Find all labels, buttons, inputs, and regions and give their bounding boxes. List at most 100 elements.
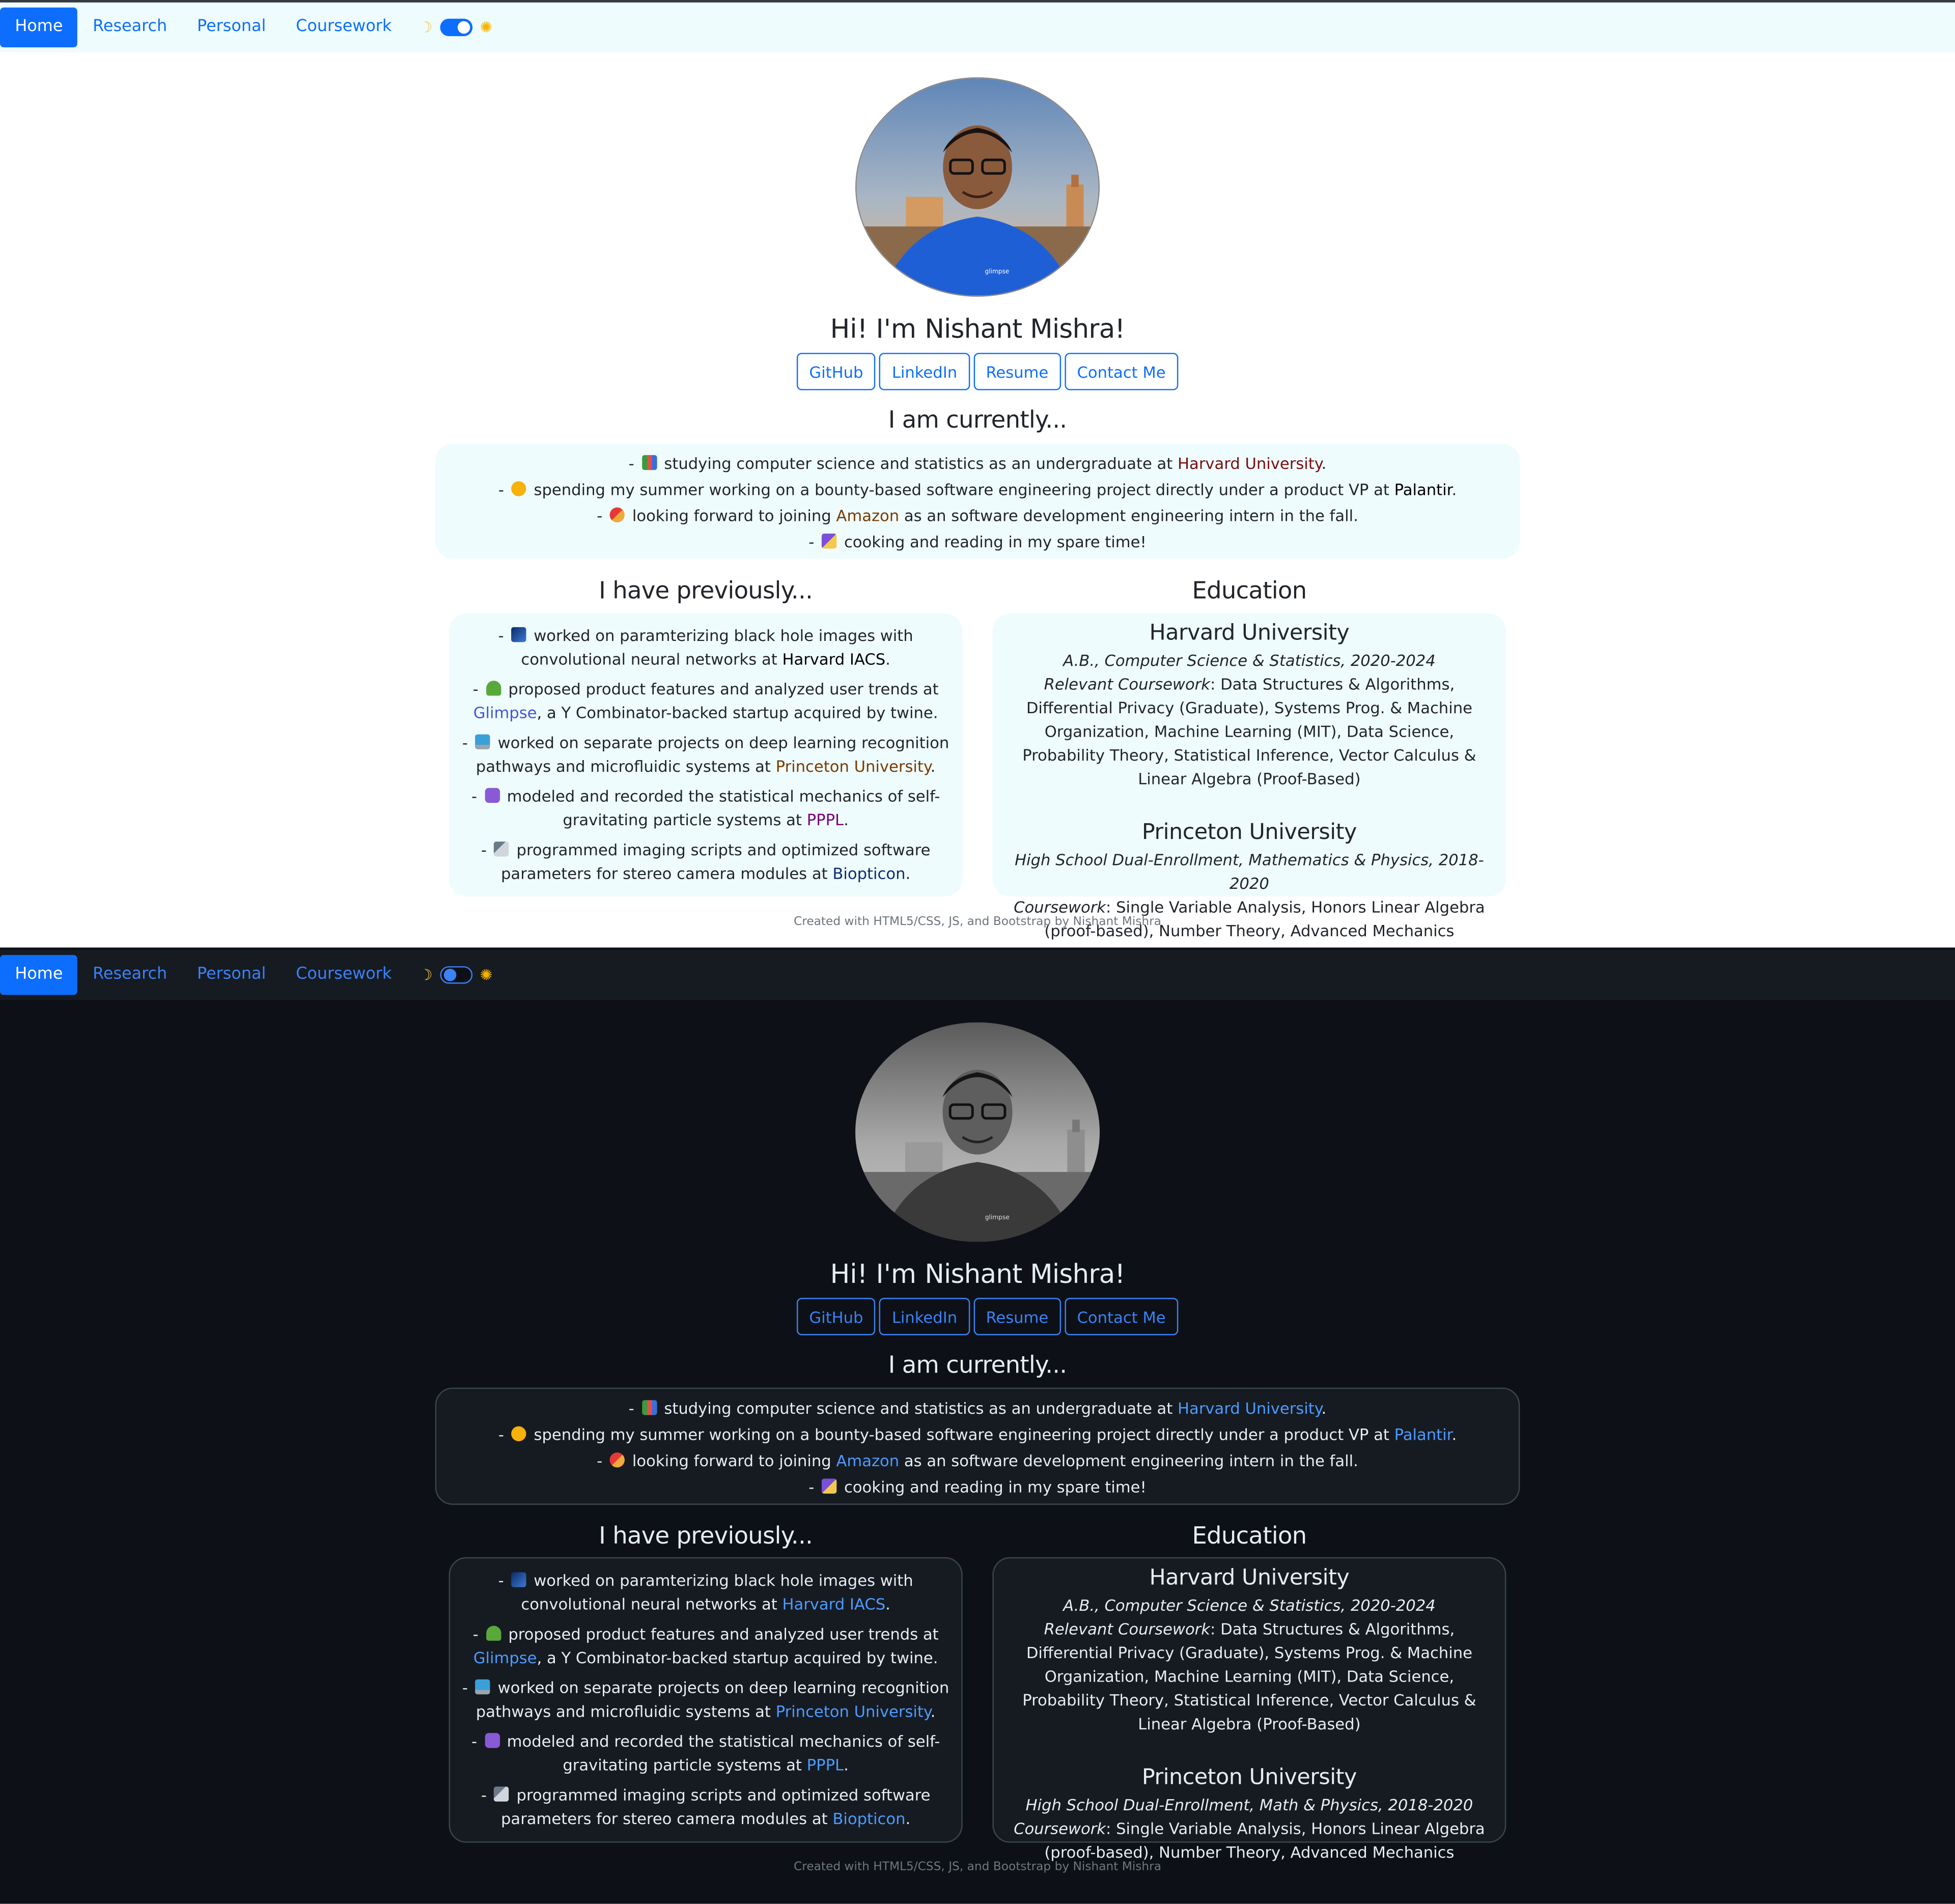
previously-item: - programmed imaging scripts and optimiz… (481, 840, 931, 883)
amazon-link[interactable]: Amazon (836, 506, 899, 525)
item-text: proposed product features and analyzed u… (503, 679, 939, 698)
previously-item: - modeled and recorded the statistical m… (471, 1731, 940, 1774)
laptop-icon (475, 734, 490, 749)
amazon-link[interactable]: Amazon (836, 1451, 899, 1470)
item-text: modeled and recorded the statistical mec… (501, 787, 940, 829)
books-icon (641, 455, 657, 470)
theme-toggle-group: ☽ ✺ (419, 18, 493, 37)
currently-item: - studying computer science and statisti… (449, 1395, 1506, 1421)
pppl-link[interactable]: PPPL (807, 1755, 844, 1774)
item-suffix: . (1321, 1398, 1327, 1418)
nav-research[interactable]: Research (78, 8, 182, 47)
item-suffix: . (1451, 480, 1457, 499)
rocket-icon (609, 1452, 625, 1468)
greeting-prefix: Hi! I'm (830, 314, 925, 344)
svg-text:glimpse: glimpse (985, 268, 1010, 275)
nav-research[interactable]: Research (78, 955, 182, 995)
nav-coursework[interactable]: Coursework (281, 955, 407, 995)
currently-box: - studying computer science and statisti… (435, 443, 1520, 559)
previously-heading: I have previously... (599, 1522, 813, 1550)
navbar: Home Research Personal Coursework ☽ ✺ (0, 2, 1955, 52)
harvard-link[interactable]: Harvard University (1178, 1399, 1322, 1418)
previously-item: - programmed imaging scripts and optimiz… (481, 1785, 931, 1828)
currently-item: - spending my summer working on a bounty… (449, 1421, 1506, 1447)
linkedin-button[interactable]: LinkedIn (879, 353, 970, 390)
profile-links: GitHub LinkedIn Resume Contact Me (796, 1298, 1179, 1335)
item-text: proposed product features and analyzed u… (503, 1625, 939, 1643)
toggle-knob (457, 21, 470, 34)
harvard-degree: A.B., Computer Science & Statistics, 202… (1063, 1595, 1436, 1615)
education-box: Harvard University A.B., Computer Scienc… (992, 1557, 1506, 1861)
princeton-link[interactable]: Princeton University (776, 1702, 931, 1721)
contact-button[interactable]: Contact Me (1065, 1298, 1179, 1335)
telescope-icon (494, 1786, 509, 1802)
pppl-link[interactable]: PPPL (807, 810, 844, 829)
sun-icon: ✺ (480, 18, 493, 37)
dash: - (498, 480, 509, 499)
iacs-link[interactable]: Harvard IACS (782, 1594, 885, 1613)
item-suffix: . (844, 1755, 849, 1774)
biopticon-link[interactable]: Biopticon (832, 1809, 905, 1828)
currently-item: - looking forward to joining Amazon as a… (449, 1447, 1506, 1473)
nav-home[interactable]: Home (0, 955, 78, 995)
party-icon (821, 534, 837, 549)
item-suffix: , a Y Combinator-backed startup acquired… (537, 703, 938, 722)
item-suffix: , a Y Combinator-backed startup acquired… (537, 1648, 938, 1667)
github-button[interactable]: GitHub (796, 1298, 876, 1335)
linkedin-button[interactable]: LinkedIn (879, 1298, 970, 1335)
dash: - (808, 532, 820, 551)
education-heading: Education (1192, 1522, 1307, 1550)
previously-item: - worked on separate projects on deep le… (462, 1678, 949, 1721)
nav-coursework[interactable]: Coursework (281, 8, 407, 47)
harvard-coursework: Relevant Coursework: Data Structures & A… (1005, 672, 1494, 791)
nav-personal[interactable]: Personal (182, 8, 281, 47)
biopticon-link[interactable]: Biopticon (832, 864, 905, 883)
currently-item: - spending my summer working on a bounty… (448, 477, 1507, 502)
atom-icon (484, 1733, 500, 1748)
sun-icon (511, 1426, 526, 1442)
dash: - (628, 1398, 639, 1418)
harvard-title: Harvard University (1149, 621, 1350, 646)
resume-button[interactable]: Resume (973, 1298, 1061, 1335)
theme-toggle-switch[interactable] (440, 18, 472, 37)
party-icon (821, 1478, 837, 1494)
iacs-link[interactable]: Harvard IACS (782, 650, 885, 668)
coursework-label: Relevant Coursework (1044, 674, 1211, 693)
princeton-title: Princeton University (1141, 1765, 1357, 1790)
palantir-link[interactable]: Palantir (1394, 480, 1452, 499)
footer: Created with HTML5/CSS, JS, and Bootstra… (794, 915, 1161, 929)
currently-item: - cooking and reading in my spare time! (448, 528, 1507, 554)
glimpse-link[interactable]: Glimpse (473, 1648, 537, 1667)
harvard-coursework: Relevant Coursework: Data Structures & A… (1006, 1617, 1492, 1735)
dash: - (597, 506, 607, 525)
previously-box: - worked on paramterizing black hole ima… (449, 613, 963, 897)
github-button[interactable]: GitHub (796, 353, 876, 390)
princeton-link[interactable]: Princeton University (776, 757, 931, 776)
harvard-link[interactable]: Harvard University (1178, 454, 1322, 472)
previously-item: - worked on separate projects on deep le… (462, 733, 949, 776)
moon-icon: ☽ (419, 18, 433, 37)
navbar: Home Research Personal Coursework ☽ ✺ (0, 950, 1955, 1000)
nav-home[interactable]: Home (0, 7, 78, 48)
glimpse-link[interactable]: Glimpse (473, 703, 537, 722)
contact-button[interactable]: Contact Me (1065, 353, 1179, 390)
laptop-icon (475, 1679, 490, 1695)
moon-icon: ☽ (419, 966, 433, 984)
item-suffix: . (1321, 454, 1327, 473)
light-theme-view: Home Research Personal Coursework ☽ ✺ gl… (0, 0, 1955, 948)
item-suffix: . (930, 757, 936, 776)
sun-icon (511, 481, 526, 496)
resume-button[interactable]: Resume (973, 353, 1061, 390)
previously-item: - modeled and recorded the statistical m… (471, 787, 940, 829)
education-box: Harvard University A.B., Computer Scienc… (992, 613, 1506, 940)
toggle-knob (443, 968, 457, 982)
previously-box: - worked on paramterizing black hole ima… (449, 1557, 963, 1843)
previously-item: - worked on paramterizing black hole ima… (498, 626, 913, 668)
previously-item: - worked on paramterizing black hole ima… (498, 1571, 913, 1614)
theme-toggle-switch[interactable] (440, 966, 472, 984)
item-text: studying computer science and statistics… (659, 454, 1178, 473)
nav-personal[interactable]: Personal (182, 955, 281, 995)
palantir-link[interactable]: Palantir (1394, 1425, 1452, 1444)
coursework-text: : Single Variable Analysis, Honors Linea… (1044, 1819, 1485, 1862)
currently-box: - studying computer science and statisti… (435, 1387, 1520, 1505)
